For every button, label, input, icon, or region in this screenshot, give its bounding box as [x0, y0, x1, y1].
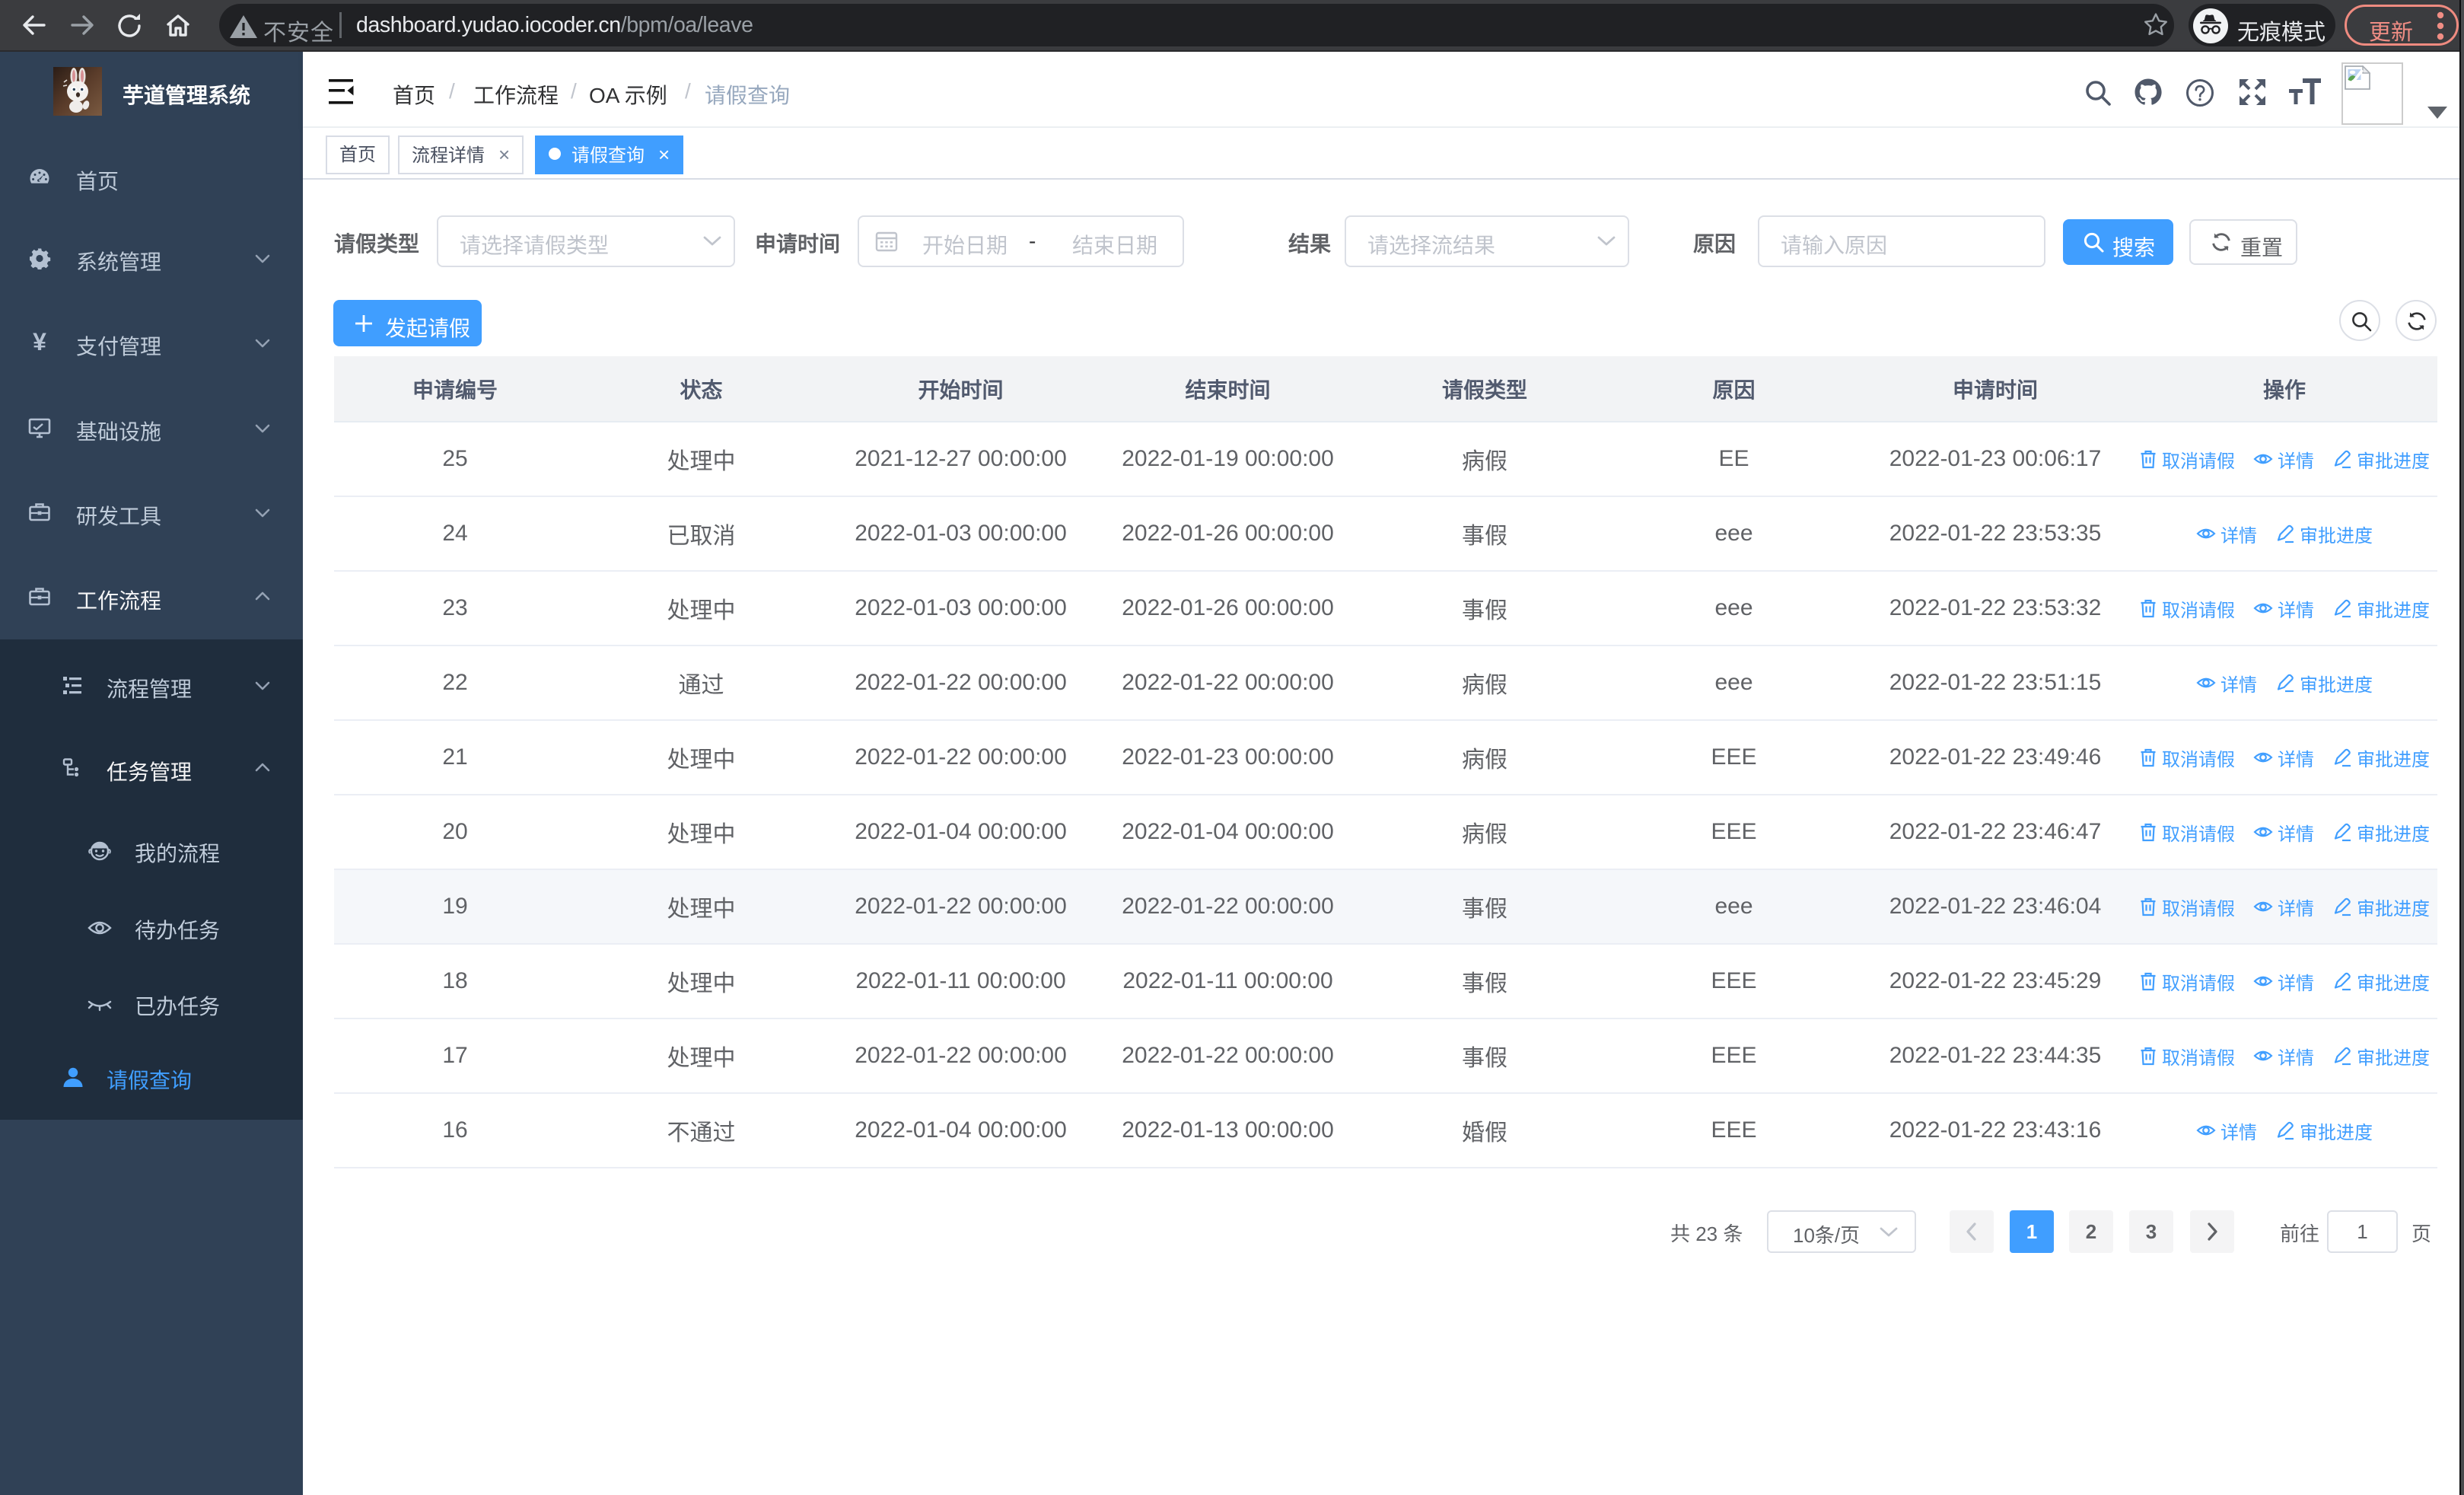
- svg-text:¥: ¥: [33, 331, 46, 354]
